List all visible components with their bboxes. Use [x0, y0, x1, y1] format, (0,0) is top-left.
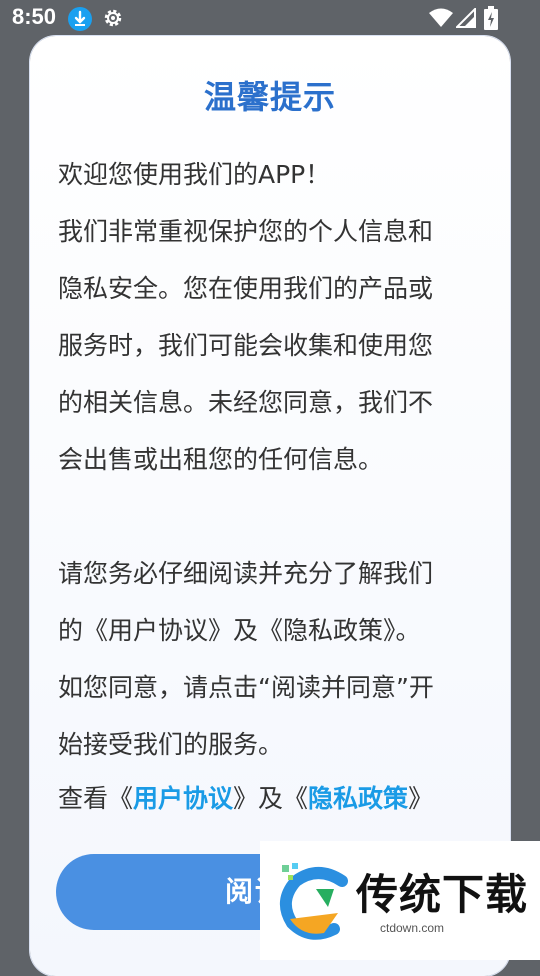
- body-line: 的《用户协议》及《隐私政策》。: [58, 616, 421, 645]
- download-icon: [68, 7, 92, 31]
- watermark-badge: 传统下载 ctdown.com: [260, 841, 540, 960]
- links-suffix: 》: [408, 784, 434, 813]
- gear-icon: [101, 6, 125, 30]
- watermark-brand: 传统下载: [356, 870, 529, 919]
- watermark-logo-icon: [272, 859, 358, 945]
- dialog-title: 温馨提示: [203, 78, 336, 116]
- body-line: 隐私安全。您在使用我们的产品或: [58, 274, 434, 303]
- battery-icon: [484, 6, 498, 30]
- body-line: 请您务必仔细阅读并充分了解我们: [58, 559, 434, 588]
- body-line: 如您同意，请点击“阅读并同意”开: [58, 673, 434, 702]
- privacy-dialog: 温馨提示 欢迎您使用我们的APP！ 我们非常重视保护您的个人信息和 隐私安全。您…: [30, 36, 510, 976]
- body-line: 欢迎您使用我们的APP！: [58, 160, 331, 189]
- signal-icon: [454, 6, 476, 28]
- body-line: 的相关信息。未经您同意，我们不: [58, 388, 434, 417]
- wifi-icon: [428, 8, 454, 28]
- body-line: 我们非常重视保护您的个人信息和: [58, 217, 434, 246]
- dialog-body: 欢迎您使用我们的APP！ 我们非常重视保护您的个人信息和 隐私安全。您在使用我们…: [58, 146, 488, 773]
- links-middle: 》及《: [233, 784, 309, 813]
- policy-links: 查看《用户协议》及《隐私政策》: [58, 774, 488, 824]
- privacy-policy-link[interactable]: 隐私政策: [308, 784, 408, 813]
- status-time: 8:50: [12, 4, 57, 29]
- status-bar: 8:50: [0, 0, 540, 36]
- links-prefix: 查看《: [58, 784, 134, 813]
- user-agreement-link[interactable]: 用户协议: [133, 784, 233, 813]
- body-line: 会出售或出租您的任何信息。: [58, 445, 384, 474]
- body-line: 服务时，我们可能会收集和使用您: [58, 331, 434, 360]
- watermark-url: ctdown.com: [380, 921, 445, 935]
- body-line: 始接受我们的服务。: [58, 730, 284, 759]
